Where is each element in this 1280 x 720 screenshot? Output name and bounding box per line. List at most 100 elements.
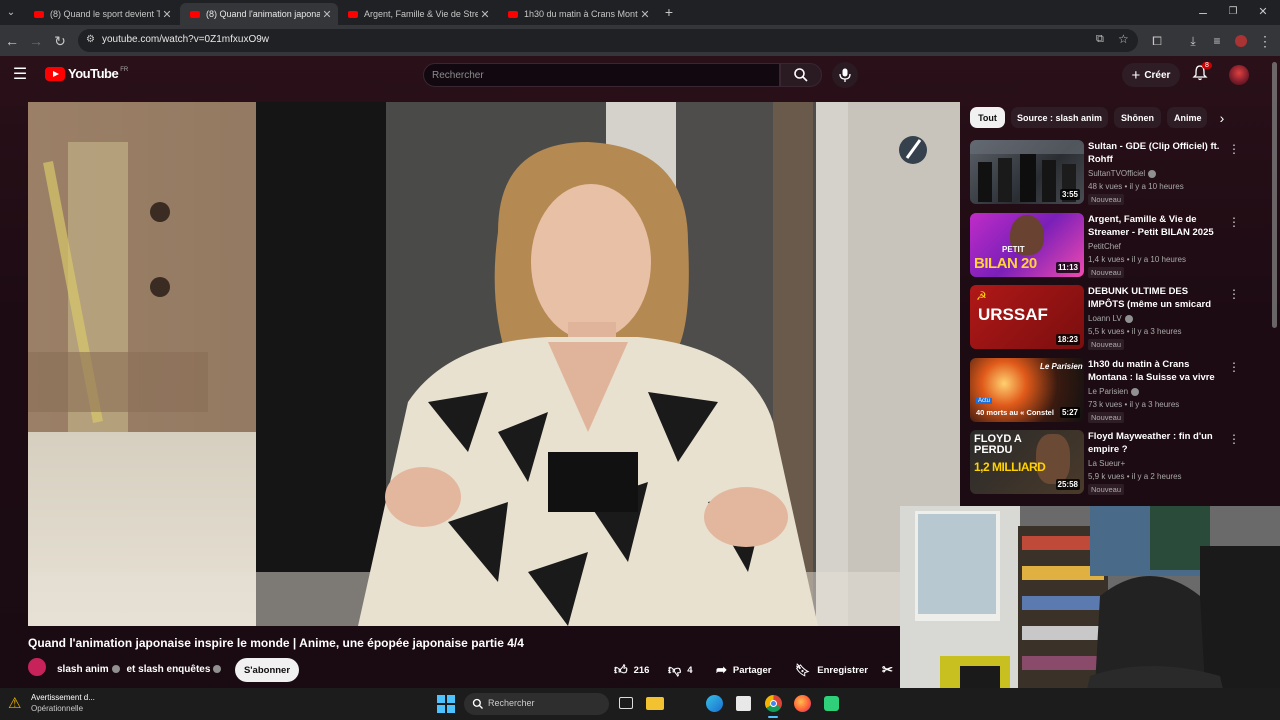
recommendation-channel[interactable]: Le Parisien [1088,387,1140,396]
recommendation-item[interactable]: PETIT BILAN 20 11:13 Argent, Famille & V… [970,213,1250,279]
edge-icon[interactable] [706,695,723,712]
downloads-icon[interactable]: ⤓ [1184,32,1202,50]
search-input[interactable] [424,64,779,86]
app-icon[interactable] [824,696,839,711]
tab-close-icon[interactable]: ✕ [478,8,492,21]
tab-close-icon[interactable]: ✕ [320,8,334,21]
subscribe-button[interactable]: S'abonner [235,658,299,682]
browser-menu-icon[interactable]: ⋮ [1256,32,1274,50]
chip-anime[interactable]: Anime [1167,107,1207,128]
more-actions-icon[interactable]: ⋮ [1228,142,1240,156]
video-thumbnail[interactable]: 3:55 [970,140,1084,204]
youtube-favicon-icon [348,10,358,18]
address-bar[interactable]: ⚙ youtube.com/watch?v=0Z1mfxuxO9w ⧉ ☆ [78,29,1138,52]
browser-tab-2[interactable]: (8) Quand l'animation japonaise ✕ [180,3,338,25]
browser-tab-3[interactable]: Argent, Famille & Vie de Strean ✕ [338,3,496,25]
youtube-favicon-icon [34,10,44,18]
chip-all[interactable]: Tout [970,107,1005,128]
youtube-header: ☰ YouTube FR + Créer 8 [0,56,1280,94]
video-thumbnail[interactable]: FLOYD A PERDU 1,2 MILLIARD 25:58 [970,430,1084,494]
recommendation-title[interactable]: DEBUNK ULTIME DES IMPÔTS (même un smicar… [1088,285,1224,312]
browser-tab-1[interactable]: (8) Quand le sport devient TOX ✕ [24,3,178,25]
start-button[interactable] [437,695,455,713]
video-player[interactable] [28,102,960,626]
video-thumbnail[interactable]: ☭ URSSAF 18:23 [970,285,1084,349]
task-view-icon[interactable] [619,697,633,709]
account-avatar[interactable] [1229,65,1249,85]
duration-badge: 25:58 [1055,479,1080,490]
thumbnail-caption-small: PETIT [1002,245,1025,254]
more-actions-icon[interactable]: ⋮ [1228,432,1240,446]
recommendation-channel[interactable]: La Sueur+ [1088,459,1125,468]
chip-source[interactable]: Source : slash anim [1011,107,1108,128]
video-thumbnail[interactable]: PETIT BILAN 20 11:13 [970,213,1084,277]
youtube-logo[interactable]: YouTube FR [45,66,128,81]
save-button[interactable]: 🔖︎ Enregistrer [795,658,868,682]
reload-icon[interactable]: ↻ [51,32,69,50]
search-button[interactable] [780,63,822,87]
more-actions-icon[interactable]: ⋮ [1228,287,1240,301]
tab-label: (8) Quand l'animation japonaise [206,9,320,19]
back-icon[interactable]: ← [3,32,21,50]
chips-next-icon[interactable]: › [1212,108,1232,128]
new-tab-icon[interactable]: + [660,3,678,21]
tab-close-icon[interactable]: ✕ [638,8,652,21]
media-icon[interactable]: ≡ [1208,32,1226,50]
page-scrollbar[interactable] [1272,62,1277,328]
restore-icon[interactable]: ❐ [1224,3,1242,21]
recommendation-title[interactable]: Argent, Famille & Vie de Streamer - Peti… [1088,213,1224,239]
hamburger-menu-icon[interactable]: ☰ [11,66,29,84]
create-button[interactable]: + Créer [1122,63,1180,87]
channel-avatar[interactable] [28,658,46,676]
duration-badge: 11:13 [1055,262,1080,273]
youtube-wordmark: YouTube [68,66,119,81]
thumbs-up-icon: 👍︎ [614,662,628,677]
more-actions-icon[interactable]: ⋮ [1228,360,1240,374]
recommendation-title[interactable]: Floyd Mayweather : fin d'un empire ? [1088,430,1224,456]
recommendation-item[interactable]: ☭ URSSAF 18:23 DEBUNK ULTIME DES IMPÔTS … [970,285,1250,351]
chip-shonen[interactable]: Shōnen [1114,107,1161,128]
tab-close-icon[interactable]: ✕ [160,8,174,21]
recommendation-meta: 1,4 k vues • il y a 10 heures [1088,255,1186,264]
browser-tab-4[interactable]: 1h30 du matin à Crans Montana ✕ [498,3,656,25]
store-icon[interactable] [736,696,751,711]
extensions-icon[interactable]: ⧠ [1148,32,1166,50]
recommendation-item[interactable]: FLOYD A PERDU 1,2 MILLIARD 25:58 Floyd M… [970,430,1250,496]
tab-list-icon[interactable]: ⌄ [2,4,20,22]
channel-names[interactable]: slash anim et slash enquêtes [57,664,222,675]
more-actions-icon[interactable]: ⋮ [1228,215,1240,229]
channel-name: Le Parisien [1088,387,1129,396]
firefox-icon[interactable] [794,695,811,712]
voice-search-button[interactable] [832,62,858,88]
recommendation-item[interactable]: 3:55 Sultan - GDE (Clip Officiel) ft. Ro… [970,140,1250,206]
install-app-icon[interactable]: ⧉ [1096,33,1104,46]
profile-icon[interactable] [1232,32,1250,50]
close-window-icon[interactable]: ✕ [1254,3,1272,21]
file-explorer-icon[interactable] [646,697,664,710]
recommendation-title[interactable]: 1h30 du matin à Crans Montana : la Suiss… [1088,358,1224,385]
subscribe-label: S'abonner [243,664,291,676]
youtube-favicon-icon [508,10,518,18]
video-thumbnail[interactable]: Le Parisien Actu 40 morts au « Constel 5… [970,358,1084,422]
forward-icon[interactable]: → [27,32,45,50]
recommendation-item[interactable]: Le Parisien Actu 40 morts au « Constel 5… [970,358,1250,424]
clip-button[interactable]: ✂ [882,658,893,682]
minimize-icon[interactable]: – [1194,3,1212,21]
site-info-icon[interactable]: ⚙ [86,34,95,45]
recommendation-channel[interactable]: Loann LV [1088,314,1133,323]
bookmark-star-icon[interactable]: ☆ [1118,32,1129,46]
notifications-button[interactable]: 8 [1192,62,1212,85]
chrome-icon[interactable] [765,695,782,712]
recommendation-title[interactable]: Sultan - GDE (Clip Officiel) ft. Rohff [1088,140,1224,166]
duration-badge: 5:27 [1059,407,1080,418]
video-title: Quand l'animation japonaise inspire le m… [28,636,524,650]
dislike-button[interactable]: 👎︎ 4 [668,658,693,682]
duration-badge: 3:55 [1059,189,1080,200]
recommendation-channel[interactable]: SultanTVOfficiel [1088,169,1157,178]
like-button[interactable]: 👍︎ 216 [614,658,649,682]
taskbar-search[interactable]: Rechercher [464,693,609,715]
weather-widget[interactable]: ⚠ Avertissement d... Opérationnelle [8,692,118,716]
recommendation-channel[interactable]: PetitChef [1088,242,1121,251]
share-button[interactable]: ➦ Partager [716,658,771,682]
thumbnail-caption: URSSAF [978,305,1048,324]
